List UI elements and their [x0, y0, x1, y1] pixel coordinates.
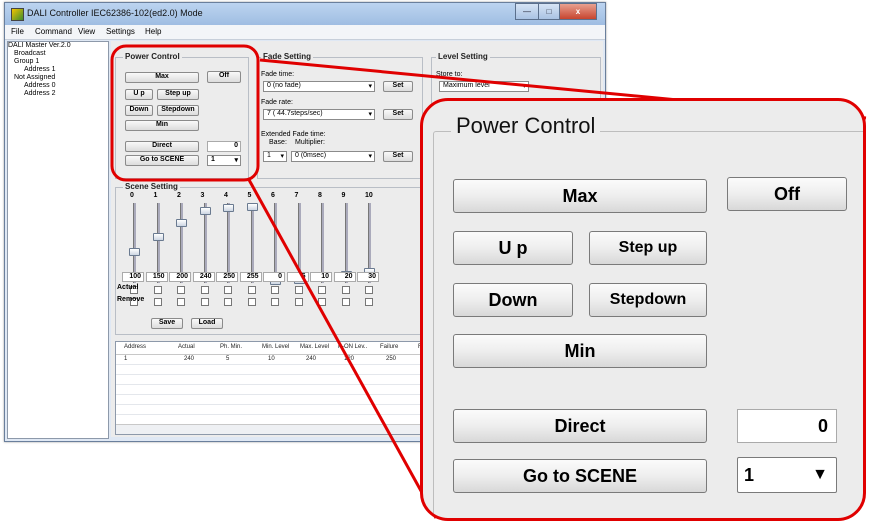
highlight-box — [110, 44, 260, 182]
scene-select[interactable]: 1 ▼ — [737, 457, 837, 493]
go-to-scene-button[interactable]: Go to SCENE — [453, 459, 707, 493]
min-button[interactable]: Min — [453, 334, 707, 368]
down-button[interactable]: Down — [453, 283, 573, 317]
max-button[interactable]: Max — [453, 179, 707, 213]
step-down-button[interactable]: Stepdown — [589, 283, 707, 317]
step-up-button[interactable]: Step up — [589, 231, 707, 265]
power-control-title: Power Control — [451, 113, 601, 139]
direct-button[interactable]: Direct — [453, 409, 707, 443]
chevron-down-icon: ▼ — [812, 466, 828, 483]
off-button[interactable]: Off — [727, 177, 847, 211]
direct-level-input[interactable]: 0 — [737, 409, 837, 443]
connector-line-bottom — [246, 177, 438, 519]
scene-select-value: 1 — [744, 465, 755, 485]
magnified-callout: Power Control Max Off U p Step up Down S… — [420, 98, 866, 521]
up-button[interactable]: U p — [453, 231, 573, 265]
